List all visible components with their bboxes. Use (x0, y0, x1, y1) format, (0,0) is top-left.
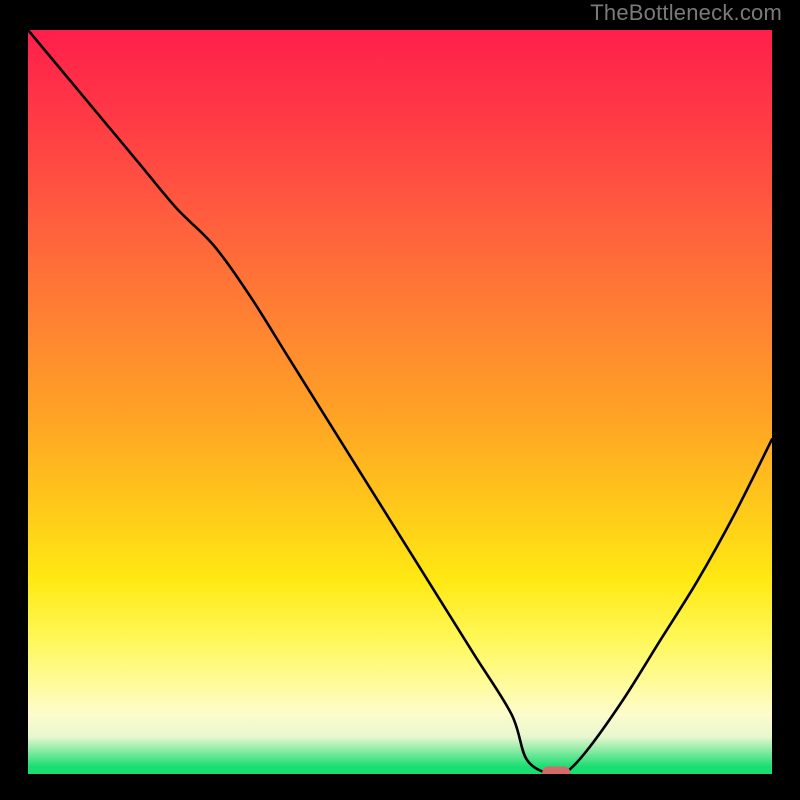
plot-background (28, 30, 772, 774)
watermark-text: TheBottleneck.com (590, 0, 782, 26)
